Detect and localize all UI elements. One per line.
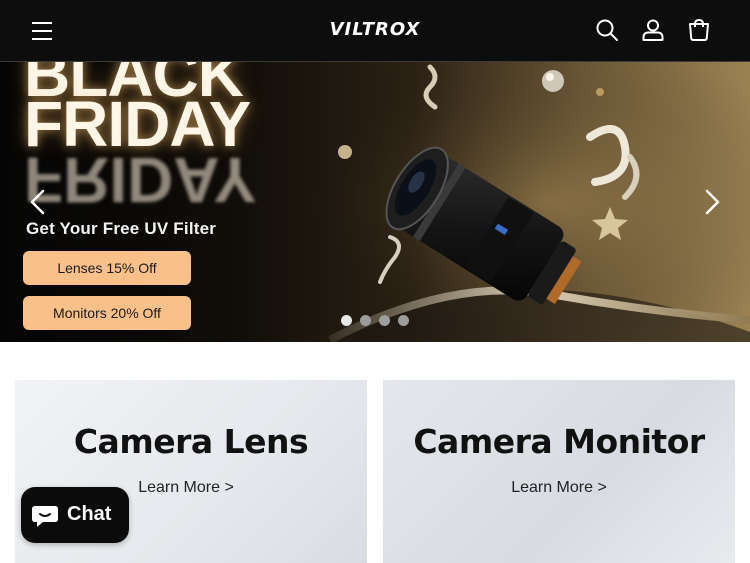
slide-dot[interactable] [398, 315, 409, 326]
slide-dot[interactable] [379, 315, 390, 326]
chat-label: Chat [67, 503, 112, 525]
brand-logo[interactable]: VILTROX [0, 19, 750, 40]
cart-icon[interactable] [686, 17, 712, 43]
site-header: VILTROX [0, 0, 750, 62]
monitors-offer-button[interactable]: Monitors 20% Off [23, 296, 191, 330]
chat-bubble-icon [32, 506, 58, 527]
lenses-offer-button[interactable]: Lenses 15% Off [23, 251, 191, 285]
hero-subtitle: Get Your Free UV Filter [26, 219, 217, 238]
camera-monitor-card[interactable]: Camera Monitor Learn More > [383, 380, 735, 563]
slide-dot[interactable] [341, 315, 352, 326]
learn-more-link[interactable]: Learn More > [383, 479, 735, 497]
card-title: Camera Lens [73, 422, 309, 461]
account-icon[interactable] [640, 17, 666, 43]
chat-button[interactable]: Chat [21, 487, 129, 543]
slide-dot[interactable] [360, 315, 371, 326]
headline-reflection: FRIDAY [24, 144, 257, 216]
card-title: Camera Monitor [413, 422, 705, 461]
slide-indicators [340, 315, 420, 327]
hero-banner[interactable]: BLACK FRIDAY FRIDAY Get Your Free UV Fil… [0, 62, 750, 342]
search-icon[interactable] [594, 17, 620, 43]
chevron-left-icon[interactable] [26, 184, 50, 220]
chevron-right-icon[interactable] [700, 184, 724, 220]
lens-product-image [300, 62, 750, 342]
